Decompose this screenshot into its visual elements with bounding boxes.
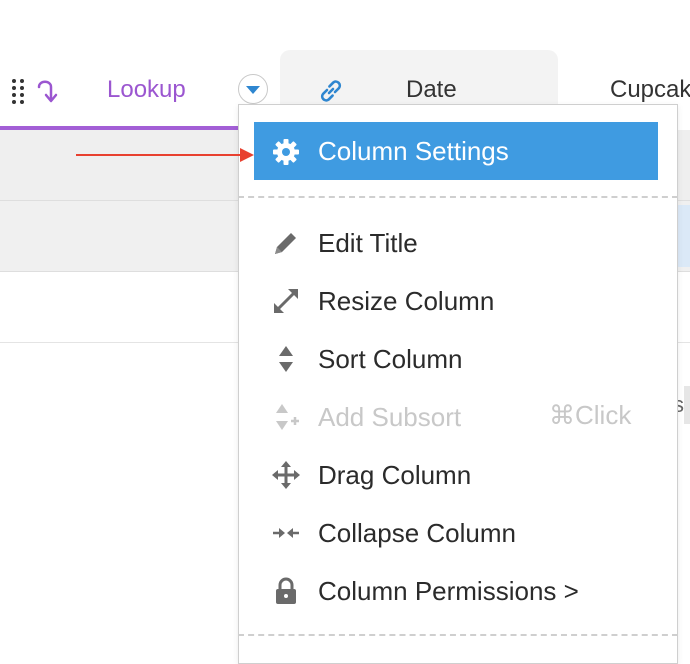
annotation-arrow-icon xyxy=(240,148,254,162)
menu-item-add-subsort: Add Subsort xyxy=(318,402,462,432)
menu-divider xyxy=(238,634,678,636)
menu-item-edit-title[interactable]: Edit Title xyxy=(318,228,418,259)
drag-handle-icon[interactable] xyxy=(10,78,26,104)
resize-icon xyxy=(274,289,298,313)
active-column-underline xyxy=(0,126,252,130)
menu-item-label: Column Settings xyxy=(318,136,509,166)
menu-item-drag-column[interactable]: Drag Column xyxy=(318,460,471,491)
column-title-date[interactable]: Date xyxy=(406,76,457,104)
gear-icon xyxy=(273,139,299,165)
menu-divider xyxy=(238,196,678,198)
annotation-arrow-line xyxy=(76,154,242,156)
menu-item-resize-column[interactable]: Resize Column xyxy=(318,286,494,317)
pencil-icon xyxy=(275,233,296,254)
move-icon xyxy=(272,461,300,489)
selected-cell-edge xyxy=(676,205,690,267)
link-icon xyxy=(320,80,342,102)
column-title-cupcake[interactable]: Cupcak xyxy=(610,76,690,104)
menu-item-sort-column[interactable]: Sort Column xyxy=(318,344,463,375)
collapse-icon xyxy=(273,528,299,538)
lock-icon xyxy=(276,577,296,604)
sort-icon xyxy=(279,346,293,372)
column-title-lookup[interactable]: Lookup xyxy=(107,76,186,104)
menu-item-collapse-column[interactable]: Collapse Column xyxy=(318,518,516,549)
column-menu-toggle[interactable] xyxy=(238,74,268,104)
shortcut-hint: ⌘Click xyxy=(549,400,632,430)
partial-cell-bar xyxy=(684,386,690,424)
subsort-icon xyxy=(276,404,299,430)
menu-item-column-permissions[interactable]: Column Permissions > xyxy=(318,576,579,607)
lookup-icon xyxy=(37,80,58,103)
